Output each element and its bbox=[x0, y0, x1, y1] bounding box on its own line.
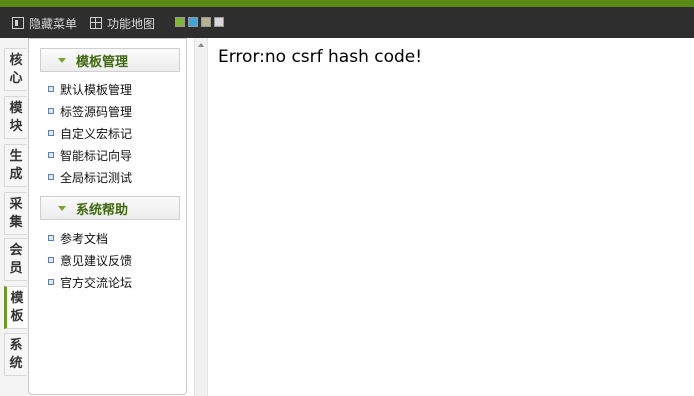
menu-item-reference-docs[interactable]: 参考文档 bbox=[48, 229, 108, 247]
tab-members-char-1: 会 bbox=[9, 242, 23, 258]
menu-group-title: 模板管理 bbox=[76, 54, 129, 70]
bullet-icon bbox=[48, 86, 54, 92]
side-menu: 模板管理 默认模板管理 标签源码管理 自定义宏标记 智能标记向导 全局标记测试 … bbox=[28, 38, 187, 395]
menu-item-global-tag-test[interactable]: 全局标记测试 bbox=[48, 168, 132, 186]
tab-generate-char-1: 生 bbox=[9, 148, 23, 164]
menu-item-label: 参考文档 bbox=[60, 231, 109, 246]
tab-core-char-2: 心 bbox=[9, 70, 23, 86]
tab-members[interactable]: 会 员 bbox=[4, 238, 27, 281]
menu-item-label: 智能标记向导 bbox=[60, 148, 133, 163]
tab-core-char-1: 核 bbox=[9, 52, 23, 68]
bullet-icon bbox=[48, 152, 54, 158]
tab-collect-char-2: 集 bbox=[9, 214, 23, 230]
bullet-icon bbox=[48, 174, 54, 180]
skin-switcher bbox=[175, 17, 224, 27]
menu-group-title: 系统帮助 bbox=[76, 202, 129, 218]
hide-menu-icon bbox=[12, 17, 24, 29]
tab-templates-char-2: 板 bbox=[10, 308, 24, 324]
tab-modules-char-2: 块 bbox=[9, 118, 23, 134]
tab-core[interactable]: 核 心 bbox=[4, 48, 27, 91]
collapse-arrow-icon[interactable] bbox=[198, 43, 204, 47]
top-bar: 隐藏菜单 功能地图 bbox=[0, 0, 694, 38]
tab-templates[interactable]: 模 板 bbox=[4, 286, 27, 329]
tab-templates-char-1: 模 bbox=[10, 290, 24, 306]
tab-modules[interactable]: 模 块 bbox=[4, 96, 27, 139]
tab-system-char-2: 统 bbox=[9, 355, 23, 371]
tab-system[interactable]: 系 统 bbox=[4, 333, 27, 376]
skin-khaki-swatch[interactable] bbox=[201, 17, 211, 27]
tab-collect[interactable]: 采 集 bbox=[4, 192, 27, 235]
menu-item-label: 意见建议反馈 bbox=[60, 253, 133, 268]
menu-item-label: 默认模板管理 bbox=[60, 82, 133, 97]
bullet-icon bbox=[48, 130, 54, 136]
module-tabs: 核 心 模 块 生 成 采 集 会 员 模 板 系 统 bbox=[0, 38, 28, 396]
tab-collect-char-1: 采 bbox=[9, 196, 23, 212]
menu-item-official-forum[interactable]: 官方交流论坛 bbox=[48, 273, 132, 291]
bullet-icon bbox=[48, 279, 54, 285]
menu-item-custom-macros[interactable]: 自定义宏标记 bbox=[48, 124, 132, 142]
panel-splitter[interactable] bbox=[194, 38, 208, 396]
menu-item-label: 官方交流论坛 bbox=[60, 275, 133, 290]
tab-members-char-2: 员 bbox=[9, 260, 23, 276]
error-message: Error:no csrf hash code! bbox=[218, 47, 423, 67]
bullet-icon bbox=[48, 235, 54, 241]
tab-modules-char-1: 模 bbox=[9, 100, 23, 116]
site-map-button[interactable]: 功能地图 bbox=[90, 14, 155, 32]
menu-item-tag-source[interactable]: 标签源码管理 bbox=[48, 102, 132, 120]
menu-item-smart-tag-wizard[interactable]: 智能标记向导 bbox=[48, 146, 132, 164]
hide-menu-label: 隐藏菜单 bbox=[29, 16, 78, 31]
chevron-down-icon bbox=[58, 57, 66, 63]
menu-group-template-management[interactable]: 模板管理 bbox=[40, 48, 180, 72]
menu-item-default-templates[interactable]: 默认模板管理 bbox=[48, 80, 132, 98]
tab-generate[interactable]: 生 成 bbox=[4, 144, 27, 187]
site-map-label: 功能地图 bbox=[107, 16, 156, 31]
tab-generate-char-2: 成 bbox=[9, 166, 23, 182]
menu-item-label: 标签源码管理 bbox=[60, 104, 133, 119]
skin-green-swatch[interactable] bbox=[175, 17, 185, 27]
hide-menu-button[interactable]: 隐藏菜单 bbox=[12, 14, 77, 32]
menu-item-feedback[interactable]: 意见建议反馈 bbox=[48, 251, 132, 269]
bullet-icon bbox=[48, 108, 54, 114]
menu-group-system-help[interactable]: 系统帮助 bbox=[40, 196, 180, 220]
menu-item-label: 全局标记测试 bbox=[60, 170, 133, 185]
menu-item-label: 自定义宏标记 bbox=[60, 126, 133, 141]
main-frame: Error:no csrf hash code! bbox=[208, 38, 694, 396]
tab-system-char-1: 系 bbox=[9, 337, 23, 353]
skin-gray-swatch[interactable] bbox=[214, 17, 224, 27]
chevron-down-icon bbox=[58, 205, 66, 211]
logo-strip bbox=[0, 0, 694, 7]
skin-blue-swatch[interactable] bbox=[188, 17, 198, 27]
bullet-icon bbox=[48, 257, 54, 263]
grid-icon bbox=[90, 17, 102, 29]
